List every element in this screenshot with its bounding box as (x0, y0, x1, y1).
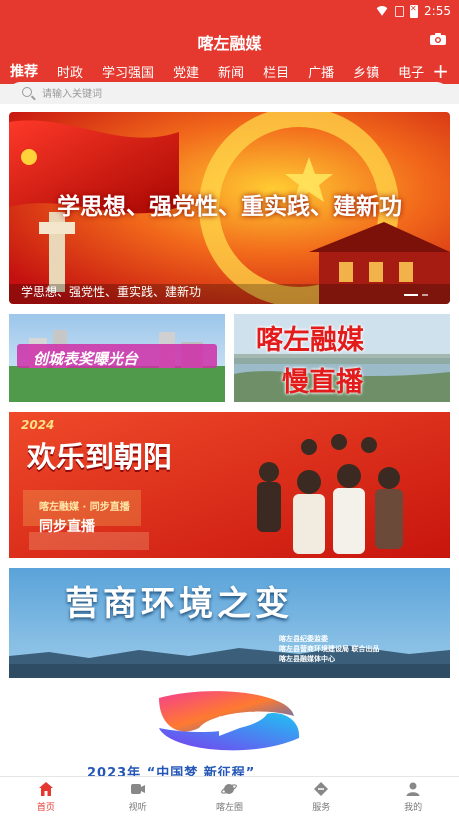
banner-joy-sub: 喀左融媒 · 同步直播 (39, 502, 130, 513)
user-icon (406, 782, 420, 796)
tile-slow-live[interactable]: 喀左融媒 慢直播 (234, 314, 450, 402)
tile-creation-awards-text: 创城表奖曝光台 (33, 350, 139, 368)
feed: 学思想、强党性、重实践、建新功 学思想、强党性、重实践、建新功 创城表奖曝光台 (0, 104, 459, 776)
tab-xuexi[interactable]: 学习强国 (102, 62, 163, 81)
search-placeholder: 请输入关键词 (42, 88, 102, 100)
nav-home[interactable]: 首页 (0, 777, 92, 817)
tile-slow-live-line2: 慢直播 (282, 367, 363, 398)
banner-business-credit1: 喀左县纪委监委 (279, 635, 328, 643)
bottom-nav: 首页 视听 喀左圈 服务 我的 (0, 776, 459, 817)
battery-icon (410, 4, 419, 18)
hero-carousel[interactable]: 学思想、强党性、重实践、建新功 学思想、强党性、重实践、建新功 (9, 112, 450, 304)
sim-icon (395, 5, 405, 17)
hero-headline: 学思想、强党性、重实践、建新功 (57, 194, 402, 220)
camera-icon[interactable] (429, 32, 447, 46)
tab-party[interactable]: 党建 (173, 62, 208, 81)
banner-business-credit2: 喀左县营商环境建设局 联合出品 (279, 645, 380, 653)
tab-news[interactable]: 新闻 (218, 62, 253, 81)
app-header: 喀左融媒 (0, 22, 459, 58)
nav-circle-label: 喀左圈 (215, 803, 243, 813)
home-icon (38, 782, 53, 796)
tab-electronic[interactable]: 电子 (398, 62, 433, 81)
banner-business-credit3: 喀左县融媒体中心 (279, 655, 335, 663)
status-bar: 2:55 (0, 0, 459, 22)
tab-columns[interactable]: 栏目 (263, 62, 298, 81)
banner-business-env[interactable]: 营商环境之变 喀左县纪委监委 喀左县营商环境建设局 联合出品 喀左县融媒体中心 (9, 568, 450, 678)
wifi-icon (375, 6, 389, 16)
tab-recommend[interactable]: 推荐 (10, 61, 47, 81)
service-icon (314, 782, 329, 796)
tile-slow-live-line1: 喀左融媒 (256, 325, 364, 356)
clock: 2:55 (424, 4, 451, 18)
carousel-dot-active (404, 294, 418, 296)
tab-radio[interactable]: 广播 (308, 62, 343, 81)
nav-video[interactable]: 视听 (92, 777, 184, 817)
nav-service-label: 服务 (312, 803, 331, 813)
planet-icon (221, 784, 238, 794)
tile-creation-awards[interactable]: 创城表奖曝光台 (9, 314, 225, 402)
nav-video-label: 视听 (128, 803, 147, 813)
banner-joy-title: 欢乐到朝阳 (27, 440, 173, 474)
channel-tabs: 推荐 时政 学习强国 党建 新闻 栏目 广播 乡镇 电子 + (0, 58, 459, 84)
nav-mine[interactable]: 我的 (367, 777, 459, 817)
carousel-indicator (404, 294, 428, 296)
banner-joy-live: 同步直播 (39, 519, 95, 535)
add-channel-icon[interactable]: + (432, 59, 449, 83)
carousel-dot (422, 294, 428, 296)
nav-service[interactable]: 服务 (275, 777, 367, 817)
nav-home-label: 首页 (36, 803, 55, 813)
app-title: 喀左融媒 (197, 34, 262, 53)
banner-china-dream-text: 2023年 “中国梦 新征程” (87, 766, 256, 776)
search-input[interactable]: 请输入关键词 (10, 82, 447, 102)
banner-business-title: 营商环境之变 (65, 584, 293, 624)
nav-mine-label: 我的 (404, 803, 423, 813)
banner-joy-chaoyang[interactable]: 2024 欢乐到朝阳 喀左融媒 · 同步直播 同步直播 (9, 412, 450, 558)
tab-politics[interactable]: 时政 (57, 62, 92, 81)
video-icon (130, 784, 145, 794)
tab-towns[interactable]: 乡镇 (353, 62, 388, 81)
search-icon (22, 87, 32, 97)
nav-circle[interactable]: 喀左圈 (184, 777, 276, 817)
banner-china-dream[interactable]: 2023年 “中国梦 新征程” (9, 688, 450, 776)
hero-caption: 学思想、强党性、重实践、建新功 (21, 285, 202, 299)
banner-joy-year: 2024 (21, 418, 55, 432)
